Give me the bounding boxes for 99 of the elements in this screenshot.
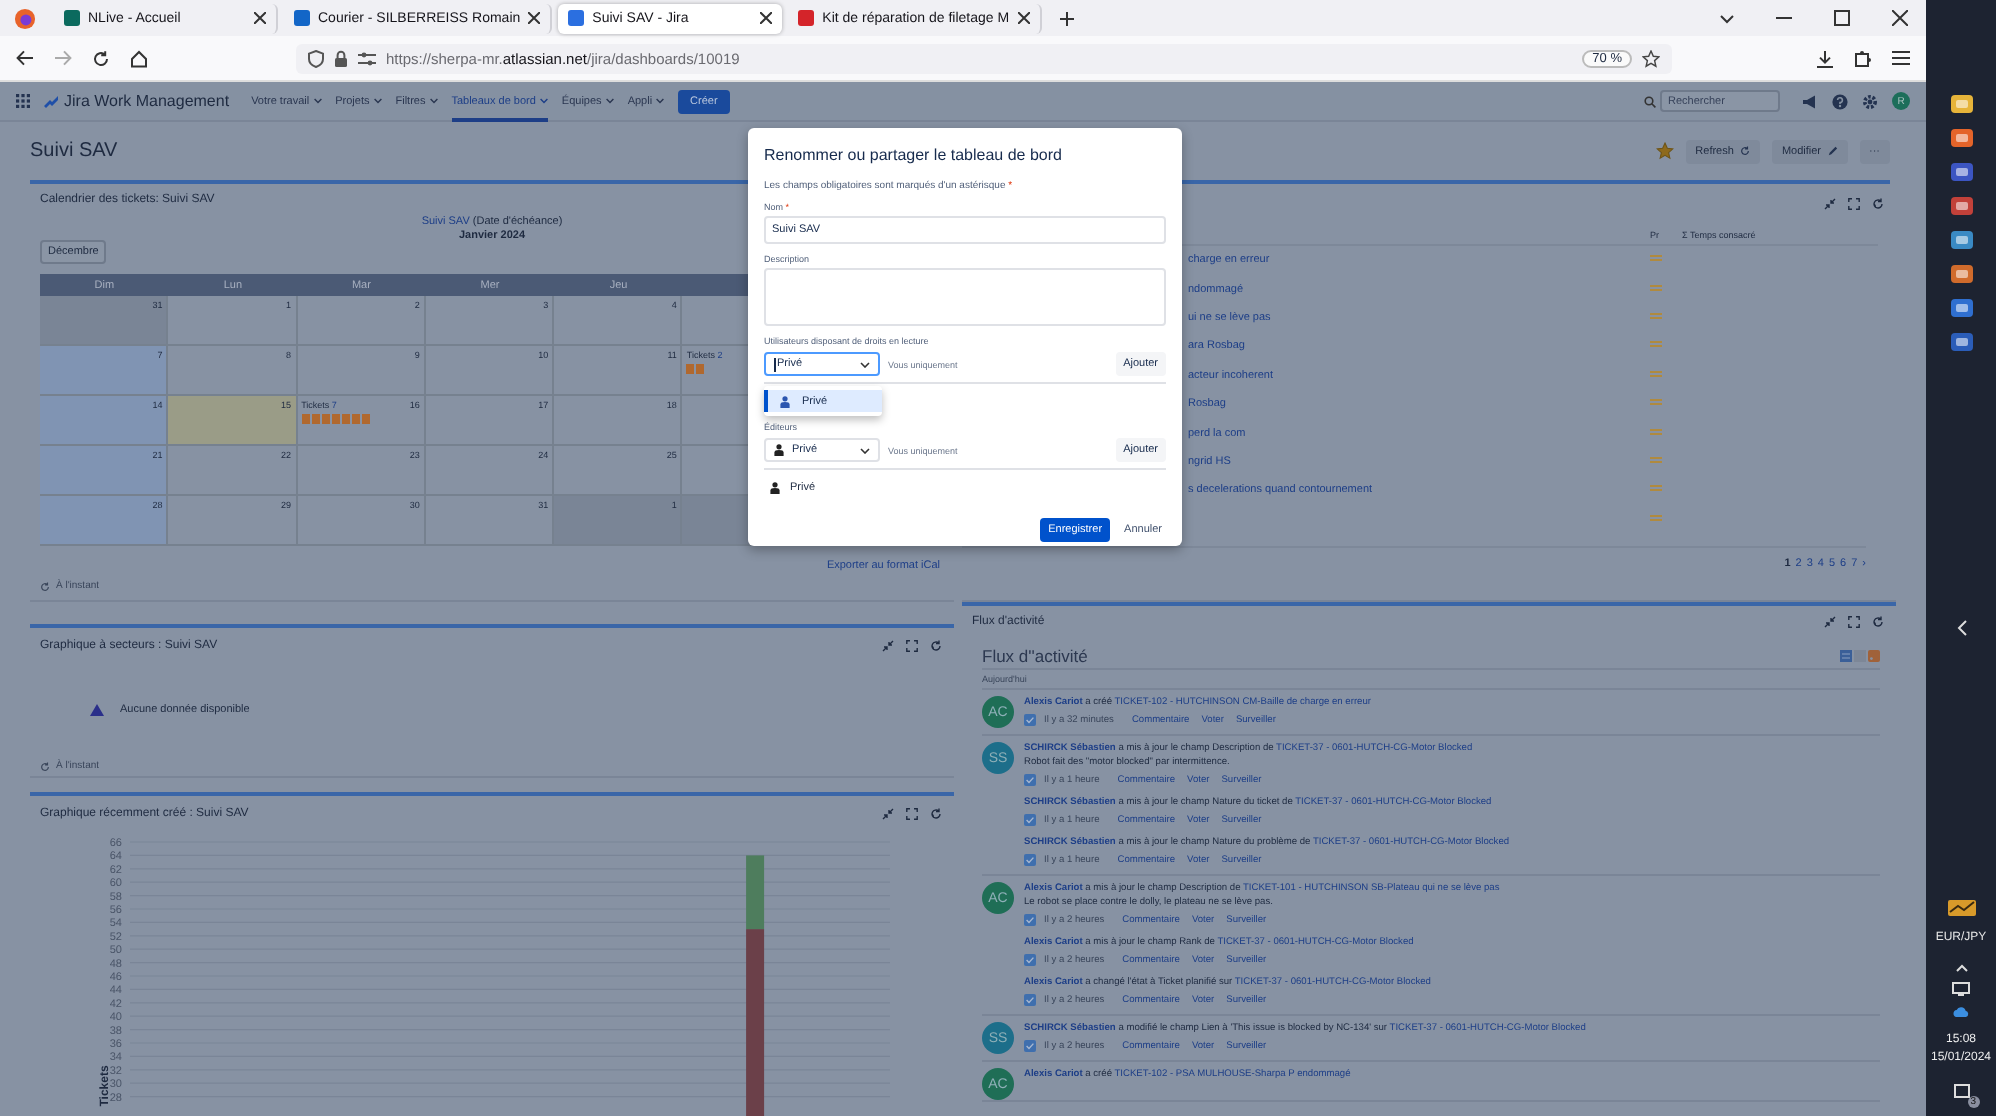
priority-icon <box>1650 283 1662 292</box>
person-icon <box>780 395 790 407</box>
task-icon <box>1024 854 1036 866</box>
task-icon <box>1024 954 1036 966</box>
refresh-icon[interactable] <box>930 808 942 820</box>
chevron-down-icon <box>860 361 870 367</box>
ticket-marker-icon[interactable] <box>301 414 310 424</box>
app-icon[interactable] <box>1949 194 1973 218</box>
tab-icon <box>64 10 80 26</box>
expand-icon[interactable] <box>906 640 918 652</box>
priority-icon <box>1650 340 1662 349</box>
app-icon[interactable] <box>1949 160 1973 184</box>
chevron-down-icon <box>860 447 870 453</box>
browser-logo-icon[interactable] <box>14 7 36 29</box>
extensions-icon[interactable] <box>1854 49 1872 67</box>
priority-icon <box>1650 311 1662 320</box>
product-name[interactable]: Jira Work Management <box>64 92 230 110</box>
chevron-up-icon[interactable] <box>1955 964 1967 972</box>
feed-heading: Flux d''activité <box>982 646 1088 666</box>
notification-icon[interactable] <box>1953 1084 1969 1100</box>
ticket-marker-icon[interactable] <box>341 414 350 424</box>
star-icon[interactable] <box>1655 142 1674 160</box>
app-icon[interactable] <box>1949 330 1973 354</box>
ticket-marker-icon[interactable] <box>696 364 705 374</box>
task-icon <box>1024 994 1036 1006</box>
close-icon[interactable] <box>760 12 773 24</box>
tab-icon <box>294 10 310 26</box>
ticket-marker-icon[interactable] <box>351 414 360 424</box>
lock-icon[interactable] <box>334 49 348 67</box>
close-icon[interactable] <box>528 12 541 24</box>
close-icon[interactable] <box>1892 10 1908 26</box>
ticket-marker-icon[interactable] <box>331 414 340 424</box>
person-icon <box>774 444 784 456</box>
refresh-icon <box>1739 146 1750 156</box>
priority-icon <box>1650 513 1662 522</box>
priority-icon <box>1650 484 1662 493</box>
refresh-icon[interactable] <box>1872 616 1884 628</box>
collapse-icon[interactable] <box>1824 198 1836 210</box>
priority-icon <box>1650 398 1662 407</box>
dialog-title: Renommer ou partager le tableau de bord <box>764 146 1064 164</box>
chevron-left-icon[interactable] <box>1955 619 1967 635</box>
priority-icon <box>1650 427 1662 436</box>
home-icon[interactable] <box>130 49 148 67</box>
priority-icon <box>1650 369 1662 378</box>
search-icon[interactable] <box>1644 95 1656 107</box>
app-icon[interactable] <box>1949 296 1973 320</box>
plus-icon[interactable] <box>1059 11 1074 25</box>
chevron-down-icon[interactable] <box>1720 13 1734 23</box>
priority-icon <box>1650 455 1662 464</box>
collapse-icon[interactable] <box>882 640 894 652</box>
ticket-marker-icon[interactable] <box>686 364 695 374</box>
permissions-icon[interactable] <box>358 51 376 65</box>
collapse-icon[interactable] <box>1824 616 1836 628</box>
ticket-marker-icon[interactable] <box>321 414 330 424</box>
stock-chart-icon[interactable] <box>1947 900 1975 916</box>
description-field[interactable] <box>764 268 1166 326</box>
ticket-marker-icon[interactable] <box>311 414 320 424</box>
settings-icon[interactable] <box>1862 93 1878 109</box>
refresh-icon[interactable] <box>930 640 942 652</box>
pencil-icon <box>1827 146 1837 156</box>
refresh-icon[interactable] <box>1872 198 1884 210</box>
app-grid-icon[interactable] <box>16 94 30 108</box>
person-icon <box>770 482 780 494</box>
tab-icon <box>798 10 815 26</box>
collapse-icon[interactable] <box>882 808 894 820</box>
cloud-icon[interactable] <box>1952 1006 1970 1018</box>
download-icon[interactable] <box>1816 49 1834 67</box>
shield-icon[interactable] <box>308 49 324 67</box>
close-icon[interactable] <box>1017 12 1030 24</box>
bookmark-star-icon[interactable] <box>1642 49 1660 67</box>
expand-icon[interactable] <box>1848 198 1860 210</box>
logo-icon[interactable] <box>44 95 58 107</box>
refresh-icon[interactable] <box>40 761 50 771</box>
task-icon <box>1024 1040 1036 1052</box>
warning-icon <box>90 704 104 716</box>
app-icon[interactable] <box>1949 126 1973 150</box>
task-icon <box>1024 774 1036 786</box>
close-icon[interactable] <box>254 12 266 24</box>
priority-icon <box>1650 254 1662 263</box>
app-icon[interactable] <box>1949 228 1973 252</box>
network-icon[interactable] <box>1952 982 1970 996</box>
task-icon <box>1024 914 1036 926</box>
task-icon <box>1024 814 1036 826</box>
tab-icon <box>568 10 585 26</box>
dashboard-title: Suivi SAV <box>30 140 118 162</box>
maximize-icon[interactable] <box>1834 10 1850 26</box>
task-icon <box>1024 714 1036 726</box>
back-icon[interactable] <box>16 50 34 66</box>
ticket-marker-icon[interactable] <box>361 414 370 424</box>
expand-icon[interactable] <box>906 808 918 820</box>
app-icon[interactable] <box>1949 262 1973 286</box>
menu-icon[interactable] <box>1892 50 1910 66</box>
reload-icon[interactable] <box>92 49 110 67</box>
help-icon[interactable] <box>1832 93 1848 109</box>
minimize-icon[interactable] <box>1776 16 1792 20</box>
refresh-icon[interactable] <box>40 581 50 591</box>
megaphone-icon[interactable] <box>1802 93 1818 109</box>
app-icon[interactable] <box>1949 92 1973 116</box>
expand-icon[interactable] <box>1848 616 1860 628</box>
